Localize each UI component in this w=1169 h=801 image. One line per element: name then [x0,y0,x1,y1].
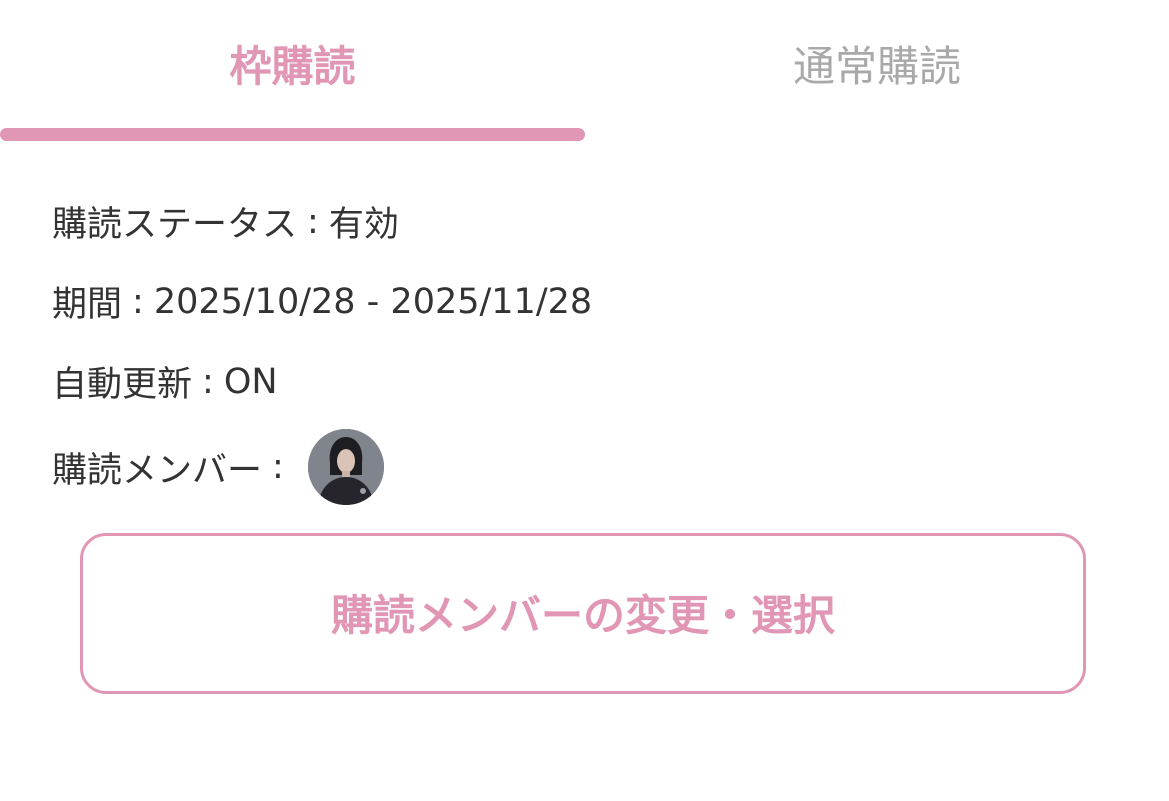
member-avatar-icon [307,429,384,505]
subscription-period-value: 2025/10/28 - 2025/11/28 [153,281,593,322]
subscribed-members-row: 購読メンバー : [52,429,384,505]
subscription-tabs: 枠購読 通常購読 [0,0,1169,145]
auto-renew-row: 自動更新 : ON [52,356,278,407]
tab-regular-subscription[interactable]: 通常購読 [585,0,1169,130]
tab-regular-subscription-label: 通常購読 [792,41,961,91]
change-members-button[interactable]: 購読メンバーの変更・選択 [80,533,1086,694]
active-tab-indicator [0,128,585,141]
tab-frame-subscription-label: 枠購読 [229,41,356,91]
auto-renew-separator: : [202,361,214,402]
auto-renew-value: ON [223,361,278,402]
change-members-button-label: 購読メンバーの変更・選択 [330,591,835,640]
subscription-status-separator: : [307,201,319,242]
subscription-status-row: 購読ステータス : 有効 [52,196,399,247]
subscription-period-row: 期間 : 2025/10/28 - 2025/11/28 [52,276,592,327]
subscribed-members-label: 購読メンバー [52,450,263,491]
member-avatar [307,429,384,505]
subscription-status-value: 有効 [328,205,399,245]
auto-renew-label: 自動更新 [52,365,193,405]
subscription-period-label: 期間 [52,285,123,325]
tab-frame-subscription[interactable]: 枠購読 [0,0,585,130]
subscribed-members-separator: : [272,447,284,487]
subscription-status-label: 購読ステータス [52,205,298,245]
subscription-period-separator: : [132,281,144,322]
